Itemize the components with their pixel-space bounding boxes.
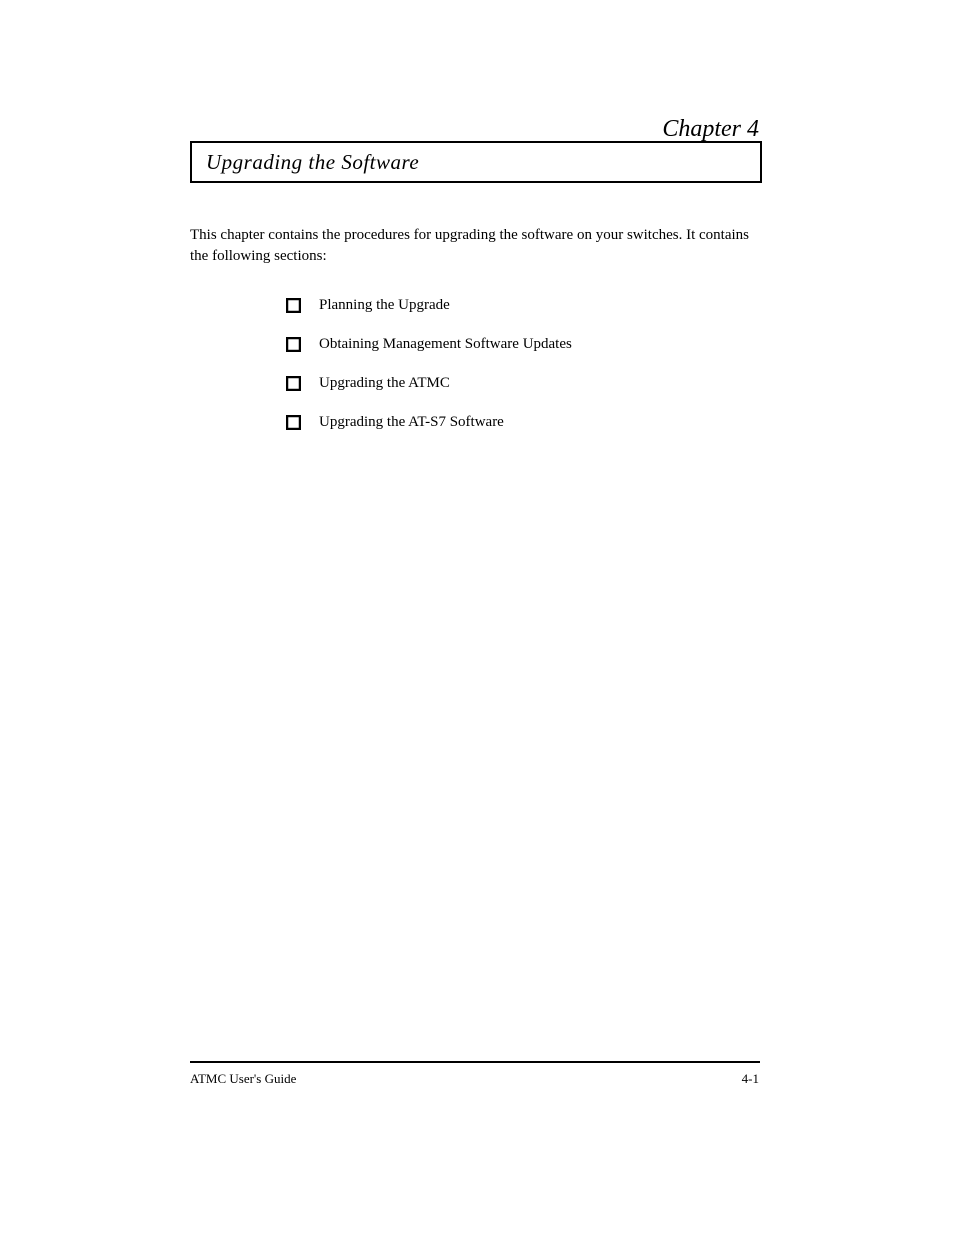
square-bullet-icon	[286, 298, 301, 313]
footer-divider	[190, 1061, 760, 1063]
square-bullet-icon	[286, 376, 301, 391]
list-item-label: Planning the Upgrade	[319, 297, 450, 314]
footer-left: ATMC User's Guide	[190, 1071, 296, 1087]
bullet-list: Planning the Upgrade Obtaining Managemen…	[286, 297, 572, 453]
list-item: Upgrading the ATMC	[286, 375, 572, 392]
intro-paragraph: This chapter contains the procedures for…	[190, 225, 760, 267]
list-item-label: Upgrading the AT-S7 Software	[319, 414, 504, 431]
square-bullet-icon	[286, 415, 301, 430]
square-bullet-icon	[286, 337, 301, 352]
title-box: Upgrading the Software	[190, 141, 762, 183]
section-title: Upgrading the Software	[206, 150, 419, 175]
list-item-label: Obtaining Management Software Updates	[319, 336, 572, 353]
list-item: Upgrading the AT-S7 Software	[286, 414, 572, 431]
list-item: Planning the Upgrade	[286, 297, 572, 314]
page-number: 4-1	[742, 1071, 759, 1087]
chapter-heading: Chapter 4	[662, 116, 759, 143]
list-item: Obtaining Management Software Updates	[286, 336, 572, 353]
list-item-label: Upgrading the ATMC	[319, 375, 450, 392]
